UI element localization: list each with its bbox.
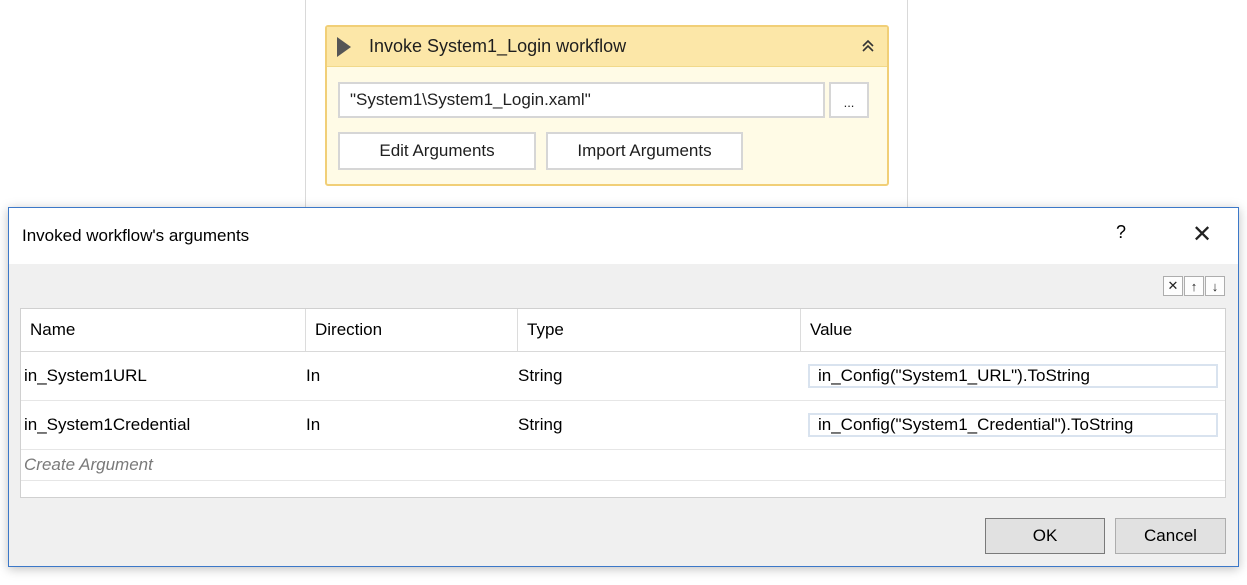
- activity-header[interactable]: Invoke System1_Login workflow: [327, 27, 887, 67]
- edit-arguments-button[interactable]: Edit Arguments: [338, 132, 536, 170]
- table-row[interactable]: in_System1URL In String in_Config("Syste…: [21, 352, 1225, 401]
- argument-value-cell: in_Config("System1_Credential").ToString: [801, 401, 1225, 449]
- invoked-arguments-dialog: Invoked workflow's arguments ? ✕ ✕ ↑ ↓ N…: [8, 207, 1239, 567]
- dialog-titlebar[interactable]: Invoked workflow's arguments ? ✕: [9, 208, 1238, 264]
- workflow-path-row: "System1\System1_Login.xaml" ...: [338, 82, 869, 118]
- column-header-type[interactable]: Type: [518, 309, 801, 351]
- table-row[interactable]: in_System1Credential In String in_Config…: [21, 401, 1225, 450]
- import-arguments-button[interactable]: Import Arguments: [546, 132, 743, 170]
- grid-toolbar: ✕ ↑ ↓: [1162, 276, 1225, 296]
- dialog-footer: OK Cancel: [985, 518, 1226, 554]
- column-header-value[interactable]: Value: [801, 309, 1225, 351]
- play-icon: [337, 36, 351, 57]
- double-chevron-up-icon[interactable]: [857, 35, 879, 57]
- column-header-direction[interactable]: Direction: [306, 309, 518, 351]
- argument-direction[interactable]: In: [306, 401, 518, 449]
- create-argument-row[interactable]: Create Argument: [21, 450, 1225, 481]
- browse-button[interactable]: ...: [829, 82, 869, 118]
- argument-name[interactable]: in_System1Credential: [21, 401, 306, 449]
- argument-type[interactable]: String: [518, 401, 801, 449]
- dialog-body: ✕ ↑ ↓ Name Direction Type Value in_Syste…: [9, 264, 1238, 566]
- cancel-button[interactable]: Cancel: [1115, 518, 1226, 554]
- activity-title: Invoke System1_Login workflow: [369, 36, 627, 56]
- arguments-buttons: Edit Arguments Import Arguments: [338, 132, 743, 170]
- argument-type[interactable]: String: [518, 352, 801, 400]
- help-button[interactable]: ?: [1116, 222, 1126, 243]
- column-header-name[interactable]: Name: [21, 309, 306, 351]
- arrow-up-icon[interactable]: ↑: [1184, 276, 1204, 296]
- argument-direction[interactable]: In: [306, 352, 518, 400]
- arrow-down-icon[interactable]: ↓: [1205, 276, 1225, 296]
- workflow-path-input[interactable]: "System1\System1_Login.xaml": [338, 82, 825, 118]
- delete-icon[interactable]: ✕: [1163, 276, 1183, 296]
- argument-value-cell: in_Config("System1_URL").ToString: [801, 352, 1225, 400]
- arguments-grid: Name Direction Type Value in_System1URL …: [20, 308, 1226, 498]
- invoke-workflow-activity[interactable]: Invoke System1_Login workflow "System1\S…: [325, 25, 889, 186]
- dialog-title: Invoked workflow's arguments: [22, 226, 250, 245]
- argument-value-input[interactable]: in_Config("System1_URL").ToString: [808, 364, 1218, 388]
- close-button[interactable]: ✕: [1188, 220, 1216, 248]
- ok-button[interactable]: OK: [985, 518, 1105, 554]
- grid-header: Name Direction Type Value: [21, 309, 1225, 352]
- argument-name[interactable]: in_System1URL: [21, 352, 306, 400]
- argument-value-input[interactable]: in_Config("System1_Credential").ToString: [808, 413, 1218, 437]
